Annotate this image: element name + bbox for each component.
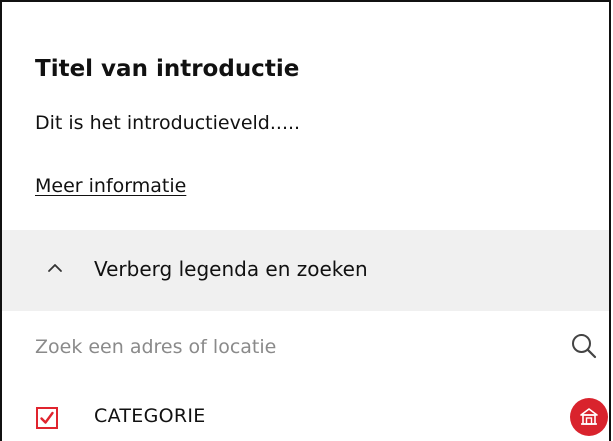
- chevron-up-icon: [45, 258, 65, 278]
- more-info-link[interactable]: Meer informatie: [35, 175, 186, 197]
- legend-toggle-button[interactable]: Verberg legenda en zoeken: [2, 230, 609, 311]
- intro-title: Titel van introductie: [35, 56, 300, 82]
- checkmark-icon: [40, 411, 54, 424]
- category-checkbox[interactable]: [36, 407, 58, 429]
- category-label: CATEGORIE: [94, 405, 206, 427]
- legend-toggle-label: Verberg legenda en zoeken: [94, 257, 368, 281]
- search-icon[interactable]: [570, 332, 598, 360]
- building-icon: [580, 408, 598, 425]
- intro-text: Dit is het introductieveld.....: [35, 112, 301, 134]
- search-input[interactable]: [35, 332, 515, 362]
- category-building-badge: [570, 398, 608, 436]
- legend-panel: Titel van introductie Dit is het introdu…: [0, 0, 611, 441]
- category-item: CATEGORIE: [2, 374, 609, 441]
- search-row: [2, 312, 609, 382]
